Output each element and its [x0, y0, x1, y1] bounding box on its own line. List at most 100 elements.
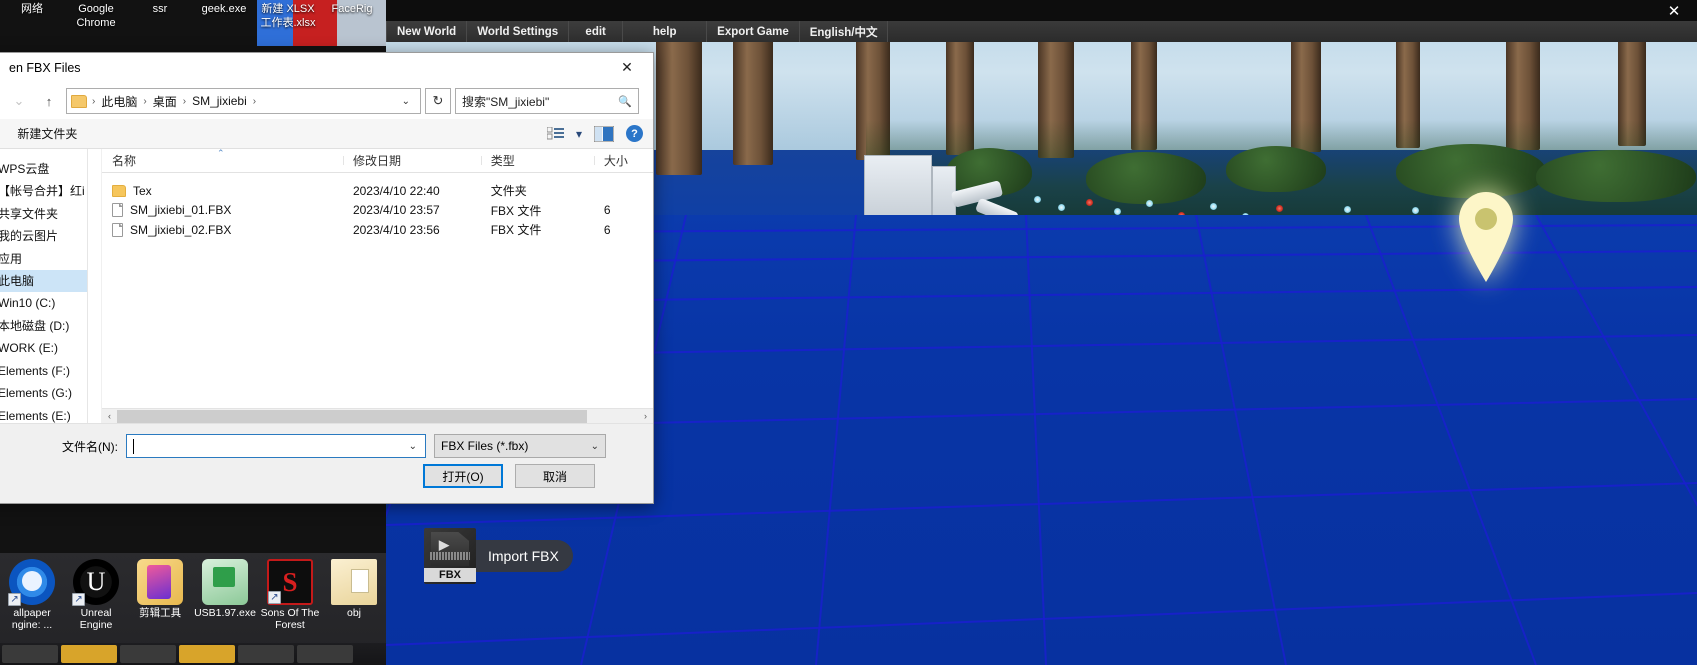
desktop-icon-network[interactable]: 网络	[0, 0, 64, 16]
nav-item-my-cloud-pictures[interactable]: 我的云图片	[0, 225, 87, 248]
scroll-left-icon[interactable]: ‹	[102, 411, 117, 421]
horizontal-scrollbar[interactable]: ‹ ›	[102, 408, 653, 424]
search-input[interactable]: 搜索"SM_jixiebi" 🔍	[455, 88, 639, 114]
column-size[interactable]: 大小	[593, 152, 653, 169]
desktop-icon-geek[interactable]: geek.exe	[192, 0, 256, 16]
navigation-pane[interactable]: WPS云盘 【帐号合并】红i 共享文件夹 我的云图片 应用 此电脑 Win10 …	[0, 149, 88, 423]
filename-row: 文件名(N): ⌄ FBX Files (*.fbx) ⌄	[0, 424, 653, 458]
dialog-titlebar: en FBX Files ✕	[0, 53, 653, 83]
nav-item-label: 【帐号合并】红i	[0, 184, 85, 199]
nav-item-drive-e2[interactable]: Elements (E:)	[0, 405, 87, 424]
desktop-icon-label: 新建 XLSX 工作表.xlsx	[260, 3, 316, 29]
nav-item-this-pc[interactable]: 此电脑	[0, 269, 87, 292]
help-icon[interactable]: ?	[626, 125, 643, 142]
bush	[1226, 146, 1326, 192]
taskbar-item-usb-installer[interactable]: USB1.97.exe	[192, 555, 258, 641]
list-left-gutter	[88, 149, 102, 423]
view-list-icon[interactable]	[546, 126, 564, 141]
breadcrumb[interactable]: › 此电脑 › 桌面 › SM_jixiebi › ⌄	[66, 88, 421, 114]
window-close-button[interactable]: ✕	[1651, 0, 1697, 21]
desktop-icon-chrome[interactable]: Google Chrome	[64, 0, 128, 30]
table-row[interactable]: SM_jixiebi_01.FBX 2023/4/10 23:57 FBX 文件…	[102, 201, 653, 221]
filetype-select[interactable]: FBX Files (*.fbx) ⌄	[434, 434, 606, 458]
cancel-button[interactable]: 取消	[515, 464, 595, 488]
location-pin-marker[interactable]	[1455, 190, 1517, 282]
taskbar-window-chip[interactable]	[238, 645, 294, 663]
taskbar-item-clip-tool[interactable]: 剪辑工具	[128, 555, 192, 641]
column-date[interactable]: 修改日期	[342, 152, 481, 169]
desktop-icon-label: geek.exe	[201, 3, 247, 15]
table-row[interactable]: SM_jixiebi_02.FBX 2023/4/10 23:56 FBX 文件…	[102, 220, 653, 240]
taskbar-window-chip[interactable]	[61, 645, 117, 663]
taskbar-window-chip[interactable]	[179, 645, 235, 663]
chevron-down-icon[interactable]: ⌄	[409, 441, 421, 452]
table-row[interactable]: Tex 2023/4/10 22:40 文件夹	[102, 181, 653, 201]
breadcrumb-item-folder[interactable]: SM_jixiebi	[188, 94, 251, 108]
breadcrumb-item-desktop[interactable]: 桌面	[149, 93, 181, 110]
preview-pane-icon[interactable]	[593, 125, 615, 142]
file-date-cell: 2023/4/10 22:40	[352, 183, 440, 198]
nav-item-label: 应用	[0, 251, 23, 266]
menu-export-game[interactable]: Export Game	[707, 21, 800, 42]
nav-item-drive-g[interactable]: Elements (G:)	[0, 382, 87, 405]
menu-help[interactable]: help	[623, 21, 708, 42]
nav-item-wps-cloud[interactable]: WPS云盘	[0, 157, 87, 180]
open-file-dialog[interactable]: en FBX Files ✕ → ⌄ ↑ › 此电脑 › 桌面 › SM_jix…	[0, 52, 654, 504]
nav-item-drive-e[interactable]: WORK (E:)	[0, 337, 87, 360]
dialog-navigation-bar: → ⌄ ↑ › 此电脑 › 桌面 › SM_jixiebi › ⌄ ↻ 搜索"S…	[0, 83, 653, 119]
game-menu-bar: New World World Settings edit help Expor…	[386, 21, 1697, 42]
nav-item-shared-folder[interactable]: 共享文件夹	[0, 202, 87, 225]
desktop-icon-xlsx[interactable]: 新建 XLSX 工作表.xlsx	[256, 0, 320, 30]
filetype-value: FBX Files (*.fbx)	[441, 439, 529, 453]
chevron-down-icon[interactable]: ⌄	[396, 96, 416, 107]
dialog-button-row: 打开(O) 取消	[0, 458, 653, 488]
nav-item-label: 本地磁盘 (D:)	[0, 319, 70, 334]
scrollbar-track[interactable]	[117, 408, 638, 424]
import-fbx-button[interactable]: ▶ FBX Import FBX	[424, 528, 600, 584]
forward-arrow-icon[interactable]: →	[0, 88, 2, 114]
nav-item-drive-c[interactable]: Win10 (C:)	[0, 292, 87, 315]
taskbar-item-wallpaper-engine[interactable]: ↗ allpaper ngine: ...	[0, 555, 64, 641]
close-icon[interactable]: ✕	[605, 54, 649, 80]
flower	[1344, 206, 1351, 213]
column-type[interactable]: 类型	[480, 152, 594, 169]
desktop-icon-ssr[interactable]: ssr	[128, 0, 192, 16]
file-list-area[interactable]: 名称 修改日期 类型 大小 ⌃ Tex 2023/4/10 22:40 文件夹	[88, 148, 653, 424]
taskbar-window-chip[interactable]	[120, 645, 176, 663]
file-name-cell[interactable]: SM_jixiebi_02.FBX	[102, 222, 343, 237]
nav-item-account-merge[interactable]: 【帐号合并】红i	[0, 180, 87, 203]
filename-input[interactable]: ⌄	[126, 434, 426, 458]
taskbar-item-obj-folder[interactable]: obj	[322, 555, 386, 641]
nav-item-label: Win10 (C:)	[0, 296, 56, 311]
file-date-cell: 2023/4/10 23:57	[352, 203, 440, 218]
file-icon	[112, 222, 123, 237]
chevron-down-icon[interactable]: ⌄	[591, 441, 599, 452]
nav-item-drive-f[interactable]: Elements (F:)	[0, 360, 87, 383]
file-name-text: SM_jixiebi_02.FBX	[130, 222, 232, 237]
file-name-cell[interactable]: SM_jixiebi_01.FBX	[102, 203, 343, 218]
taskbar-item-label: 剪辑工具	[139, 607, 182, 619]
file-name-cell[interactable]: Tex	[102, 184, 343, 198]
menu-new-world[interactable]: New World	[386, 21, 468, 42]
desktop-icon-facerig[interactable]: FaceRig	[320, 0, 384, 16]
open-button[interactable]: 打开(O)	[423, 464, 503, 488]
scroll-right-icon[interactable]: ›	[638, 411, 653, 421]
file-list[interactable]: Tex 2023/4/10 22:40 文件夹 SM_jixiebi_01.FB…	[102, 173, 653, 408]
up-arrow-icon[interactable]: ↑	[36, 88, 62, 114]
menu-edit[interactable]: edit	[569, 21, 624, 42]
breadcrumb-item-this-pc[interactable]: 此电脑	[97, 93, 141, 110]
chevron-down-icon[interactable]: ▾	[576, 127, 582, 141]
taskbar-window-chip[interactable]	[2, 645, 58, 663]
scrollbar-thumb[interactable]	[117, 409, 587, 423]
nav-item-apps[interactable]: 应用	[0, 247, 87, 270]
taskbar-item-unreal-engine[interactable]: U ↗ Unreal Engine	[64, 555, 128, 641]
new-folder-button[interactable]: 新建文件夹	[17, 125, 77, 142]
file-name-text: Tex	[133, 183, 152, 198]
taskbar-item-sons-of-the-forest[interactable]: S ↗ Sons Of The Forest	[258, 555, 322, 641]
nav-item-drive-d[interactable]: 本地磁盘 (D:)	[0, 315, 87, 338]
refresh-icon[interactable]: ↻	[425, 88, 451, 114]
menu-language[interactable]: English/中文	[799, 21, 889, 42]
menu-world-settings[interactable]: World Settings	[467, 21, 570, 42]
taskbar-window-chip[interactable]	[297, 645, 353, 663]
recent-locations-icon[interactable]: ⌄	[6, 88, 32, 114]
